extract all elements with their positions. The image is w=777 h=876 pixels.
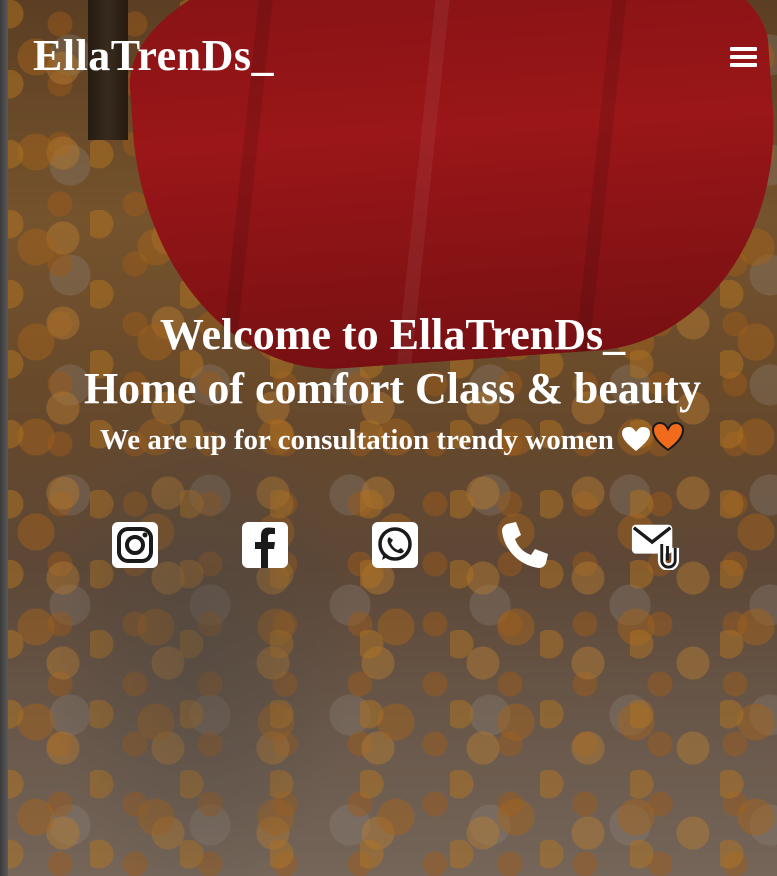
instagram-icon[interactable] — [110, 520, 160, 570]
welcome-heading: Welcome to EllaTrenDs_ Home of comfort C… — [8, 308, 777, 416]
phone-icon[interactable] — [500, 520, 550, 570]
hamburger-menu-icon[interactable] — [730, 47, 757, 69]
facebook-icon[interactable] — [240, 520, 290, 570]
white-heart-icon — [621, 426, 651, 460]
heading-line-2: Home of comfort Class & beauty — [83, 364, 702, 413]
tagline-text: We are up for consultation trendy women — [99, 424, 614, 456]
mail-attachment-icon[interactable] — [630, 520, 680, 570]
whatsapp-icon[interactable] — [370, 520, 420, 570]
tagline: We are up for consultation trendy women — [8, 421, 777, 460]
scrollbar-edge — [0, 0, 8, 876]
welcome-block: Welcome to EllaTrenDs_ Home of comfort C… — [8, 308, 777, 460]
orange-heart-icon — [651, 421, 685, 460]
hero-section: EllaTrenDs_ Welcome to EllaTrenDs_ Home … — [0, 0, 777, 876]
social-links — [0, 520, 777, 572]
heading-line-1: Welcome to EllaTrenDs_ — [159, 310, 626, 359]
brand-logo[interactable]: EllaTrenDs_ — [33, 30, 274, 81]
